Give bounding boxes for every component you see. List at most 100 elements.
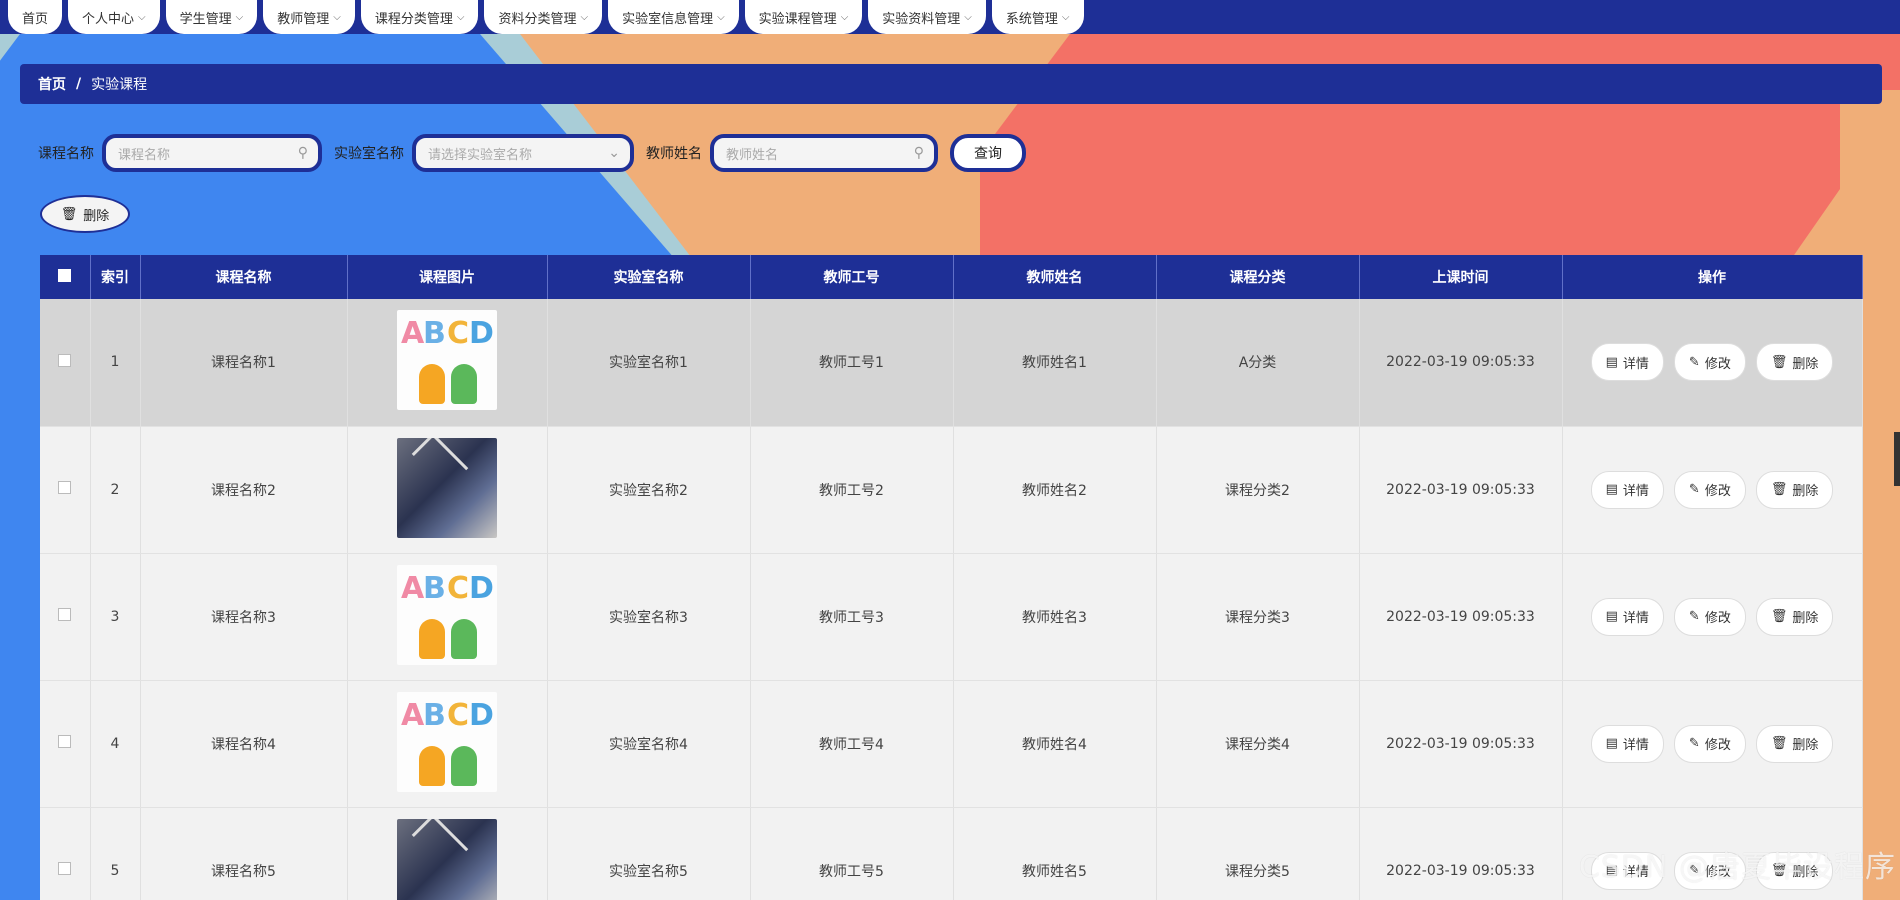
category-cell: 课程分类3: [1156, 553, 1360, 681]
course-name-placeholder: 课程名称: [118, 147, 171, 163]
column-header: 课程图片: [347, 255, 548, 299]
batch-delete-button[interactable]: 🗑 删除: [40, 195, 130, 233]
table-row: 1 课程名称1 A B C D 实验室名称1 教师工号1 教师姓名1 A分类 2022-03-19 …: [40, 299, 1863, 427]
nav-item[interactable]: 实验资料管理 ⌵: [868, 0, 986, 34]
lab-name-label: 实验室名称: [334, 146, 404, 162]
teacher-no-cell: 教师工号3: [750, 553, 954, 681]
course-image-cell: ABCD: [347, 553, 548, 681]
trash-icon: 🗑: [1770, 736, 1788, 751]
checkbox[interactable]: [58, 268, 72, 282]
teacher-name-cell: 教师姓名3: [953, 553, 1157, 681]
row-index: 2: [90, 426, 141, 554]
category-cell: 课程分类5: [1156, 807, 1360, 900]
lab-name-cell: 实验室名称3: [547, 553, 751, 681]
chevron-down-icon: ⌄: [608, 145, 620, 161]
lab-name-cell: 实验室名称1: [547, 299, 751, 427]
actions-cell: ▤ 详情 ✎ 修改 🗑 删除: [1562, 680, 1863, 808]
nav-item[interactable]: 学生管理 ⌵: [165, 0, 258, 34]
row-checkbox[interactable]: [58, 735, 72, 748]
course-image: [397, 818, 497, 900]
class-time-cell: 2022-03-19 09:05:33: [1359, 553, 1563, 681]
breadcrumb-separator: /: [76, 76, 82, 92]
nav-item[interactable]: 首页: [8, 0, 63, 34]
delete-button-label: 删除: [1792, 356, 1819, 372]
nav-item[interactable]: 课程分类管理 ⌵: [360, 0, 479, 34]
row-checkbox[interactable]: [58, 481, 72, 494]
delete-button-label: 删除: [1792, 611, 1819, 626]
nav-item[interactable]: 资料分类管理 ⌵: [484, 0, 603, 34]
row-index: 4: [90, 680, 141, 808]
course-name-cell: 课程名称4: [140, 680, 348, 808]
column-header: 操作: [1562, 255, 1863, 299]
nav-item[interactable]: 个人中心 ⌵: [68, 0, 160, 34]
pencil-icon: ✎: [1688, 609, 1700, 624]
search-bar: 课程名称 课程名称 ⚲ 实验室名称 请选择实验室名称 ⌄ 教师姓名 教师姓名 ⚲…: [38, 134, 1026, 172]
nav-item[interactable]: 教师管理 ⌵: [263, 0, 355, 34]
nav-item[interactable]: 实验课程管理 ⌵: [744, 0, 863, 34]
lab-name-select[interactable]: 请选择实验室名称 ⌄: [412, 134, 634, 172]
search-icon: ⚲: [297, 145, 308, 161]
column-header: 上课时间: [1359, 255, 1563, 299]
delete-button[interactable]: 🗑 删除: [1755, 343, 1834, 382]
breadcrumb: 首页 / 实验课程: [20, 64, 1882, 104]
document-icon: ▤: [1605, 354, 1618, 370]
detail-button-label: 详情: [1622, 738, 1649, 753]
edit-button-label: 修改: [1704, 484, 1731, 499]
nav-item-label: 系统管理: [1005, 11, 1058, 27]
trash-icon: 🗑: [1770, 482, 1788, 497]
course-name-label: 课程名称: [38, 146, 94, 162]
teacher-name-cell: 教师姓名4: [953, 680, 1157, 808]
detail-button[interactable]: ▤ 详情: [1590, 470, 1664, 509]
row-checkbox[interactable]: [58, 608, 72, 621]
actions-cell: ▤ 详情 ✎ 修改 🗑 删除: [1562, 426, 1863, 554]
row-index: 3: [90, 553, 141, 681]
scrollbar-handle[interactable]: [1894, 432, 1900, 486]
table-row: 2 课程名称2 实验室名称2 教师工号2 教师姓名2 课程分类2 2022-03-19 09…: [40, 426, 1863, 554]
nav-item-label: 学生管理: [179, 11, 232, 27]
teacher-name-input[interactable]: 教师姓名 ⚲: [710, 134, 938, 172]
row-select-cell: [40, 426, 91, 554]
delete-button[interactable]: 🗑 删除: [1755, 597, 1834, 636]
edit-button[interactable]: ✎ 修改: [1673, 597, 1746, 636]
detail-button[interactable]: ▤ 详情: [1590, 597, 1664, 636]
search-icon: ⚲: [913, 145, 924, 161]
column-header: 教师工号: [750, 255, 954, 299]
breadcrumb-home[interactable]: 首页: [38, 74, 66, 94]
query-button[interactable]: 查询: [950, 134, 1026, 172]
trash-icon: 🗑: [1770, 609, 1788, 624]
select-all-checkbox[interactable]: [40, 255, 91, 299]
trash-icon: 🗑: [1770, 354, 1788, 370]
edit-button[interactable]: ✎ 修改: [1673, 343, 1746, 382]
lab-name-cell: 实验室名称2: [547, 426, 751, 554]
row-select-cell: [40, 299, 91, 427]
nav-item-label: 资料分类管理: [498, 11, 577, 27]
delete-button[interactable]: 🗑 删除: [1755, 470, 1834, 509]
edit-button[interactable]: ✎ 修改: [1673, 724, 1746, 763]
pencil-icon: ✎: [1688, 482, 1700, 497]
detail-button[interactable]: ▤ 详情: [1590, 724, 1664, 763]
delete-button[interactable]: 🗑 删除: [1755, 724, 1834, 763]
detail-button[interactable]: ▤ 详情: [1590, 343, 1664, 382]
nav-item[interactable]: 系统管理 ⌵: [991, 0, 1084, 34]
nav-item-label: 实验室信息管理: [622, 11, 714, 27]
column-header: 实验室名称: [547, 255, 751, 299]
chevron-down-icon: ⌵: [456, 11, 465, 23]
row-checkbox[interactable]: [58, 353, 72, 367]
teacher-no-cell: 教师工号1: [750, 299, 954, 427]
category-cell: A分类: [1156, 299, 1360, 427]
edit-button[interactable]: ✎ 修改: [1673, 470, 1746, 509]
class-time-cell: 2022-03-19 09:05:33: [1359, 807, 1563, 900]
top-nav: 首页 个人中心 ⌵ 学生管理 ⌵ 教师管理 ⌵ 课程分类管理 ⌵ 资料分类管理 ⌵ 实验室信息管理 ⌵ 实…: [0, 0, 1900, 34]
nav-item-label: 教师管理: [277, 11, 330, 27]
course-image: ABCD: [397, 691, 497, 792]
batch-delete-label: 删除: [83, 208, 110, 224]
nav-item[interactable]: 实验室信息管理 ⌵: [608, 0, 739, 34]
category-cell: 课程分类2: [1156, 426, 1360, 554]
course-name-input[interactable]: 课程名称 ⚲: [102, 134, 322, 172]
teacher-no-cell: 教师工号2: [750, 426, 954, 554]
row-checkbox[interactable]: [58, 862, 72, 875]
course-image-cell: [347, 426, 548, 554]
chevron-down-icon: ⌵: [840, 11, 849, 23]
course-name-cell: 课程名称5: [140, 807, 348, 900]
trash-icon: 🗑: [60, 206, 78, 222]
